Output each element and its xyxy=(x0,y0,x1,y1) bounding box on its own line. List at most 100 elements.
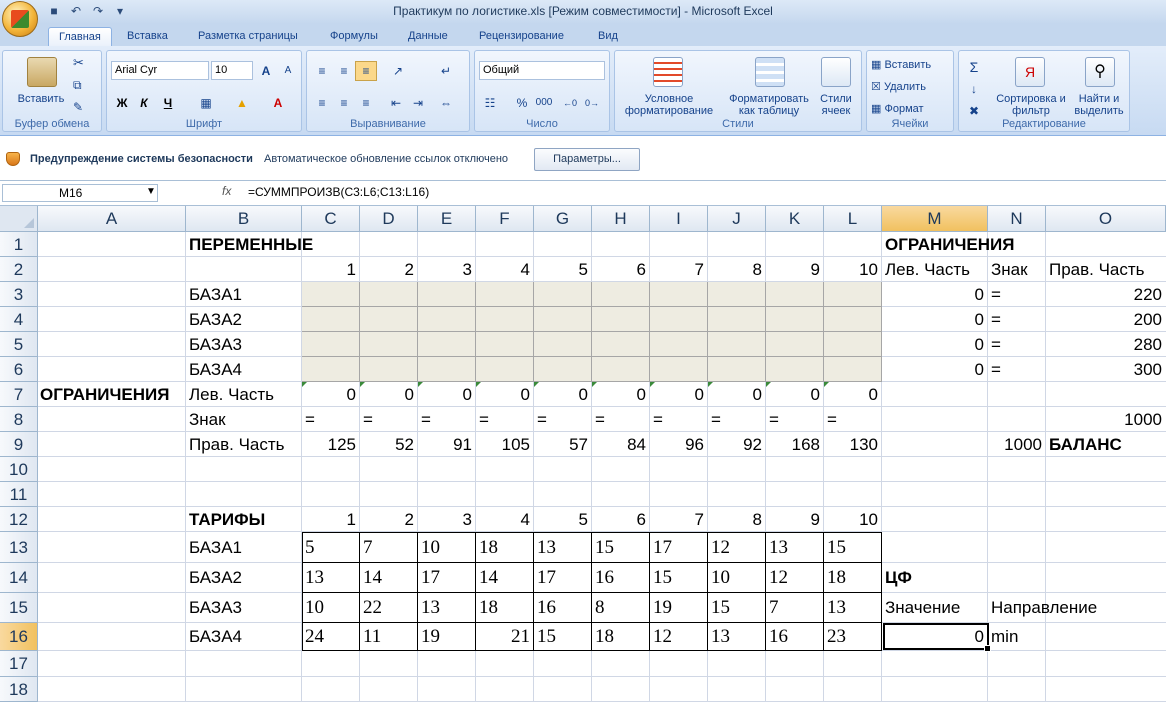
format-cells-button[interactable]: ▦ Формат xyxy=(871,103,924,115)
variable-cell[interactable] xyxy=(766,332,824,357)
variable-cell[interactable] xyxy=(592,332,650,357)
cut-icon[interactable]: ✂ xyxy=(73,56,84,69)
conditional-formatting-icon[interactable] xyxy=(653,57,683,87)
active-cell-cursor[interactable] xyxy=(883,623,991,652)
row-header-10[interactable]: 10 xyxy=(0,457,38,482)
variable-cell[interactable] xyxy=(418,307,476,332)
row-header-2[interactable]: 2 xyxy=(0,257,38,282)
row-header-12[interactable]: 12 xyxy=(0,507,38,532)
align-top-icon[interactable]: ≡ xyxy=(311,61,333,81)
row-header-13[interactable]: 13 xyxy=(0,532,38,563)
tab-home[interactable]: Главная xyxy=(48,27,112,46)
cell-styles-button[interactable]: Стили ячеек xyxy=(815,93,857,117)
variable-cell[interactable] xyxy=(418,282,476,307)
format-as-table-button[interactable]: Форматировать как таблицу xyxy=(727,93,811,117)
currency-icon[interactable]: ☷ xyxy=(479,93,501,113)
variable-cell[interactable] xyxy=(592,357,650,382)
variable-cell[interactable] xyxy=(418,332,476,357)
name-box-dropdown-icon[interactable]: ▼ xyxy=(146,186,156,197)
sort-filter-button[interactable]: Сортировка и фильтр xyxy=(993,93,1069,117)
tab-review[interactable]: Рецензирование xyxy=(479,27,564,46)
column-header-e[interactable]: E xyxy=(418,206,476,232)
tab-formulas[interactable]: Формулы xyxy=(330,27,378,46)
increase-indent-icon[interactable]: ⇥ xyxy=(407,93,429,113)
variable-cell[interactable] xyxy=(766,357,824,382)
variable-cell[interactable] xyxy=(708,282,766,307)
variable-cell[interactable] xyxy=(534,307,592,332)
variable-cell[interactable] xyxy=(360,307,418,332)
find-select-icon[interactable]: ⚲ xyxy=(1085,57,1115,87)
column-header-b[interactable]: B xyxy=(186,206,302,232)
decrease-decimal-icon[interactable]: 0→ xyxy=(581,93,603,113)
variable-cell[interactable] xyxy=(476,282,534,307)
align-right-icon[interactable]: ≡ xyxy=(355,93,377,113)
increase-decimal-icon[interactable]: ←0 xyxy=(559,93,581,113)
column-header-c[interactable]: C xyxy=(302,206,360,232)
column-header-k[interactable]: K xyxy=(766,206,824,232)
variable-cell[interactable] xyxy=(534,282,592,307)
variable-cell[interactable] xyxy=(302,282,360,307)
row-header-15[interactable]: 15 xyxy=(0,593,38,623)
variable-cell[interactable] xyxy=(360,332,418,357)
sort-filter-icon[interactable]: Я xyxy=(1015,57,1045,87)
decrease-indent-icon[interactable]: ⇤ xyxy=(385,93,407,113)
select-all-button[interactable] xyxy=(0,206,38,232)
variable-cell[interactable] xyxy=(650,307,708,332)
paste-icon[interactable] xyxy=(27,57,57,87)
percent-button[interactable]: % xyxy=(511,93,533,113)
row-header-17[interactable]: 17 xyxy=(0,651,38,677)
format-painter-icon[interactable]: ✎ xyxy=(73,101,83,113)
fill-icon[interactable]: ↓ xyxy=(963,79,985,99)
row-header-16[interactable]: 16 xyxy=(0,623,38,651)
variable-cell[interactable] xyxy=(766,307,824,332)
variable-cell[interactable] xyxy=(476,332,534,357)
find-select-button[interactable]: Найти и выделить xyxy=(1069,93,1129,117)
column-header-f[interactable]: F xyxy=(476,206,534,232)
font-name-field[interactable]: Arial Cyr xyxy=(111,61,209,80)
align-middle-icon[interactable]: ≡ xyxy=(333,61,355,81)
align-center-icon[interactable]: ≡ xyxy=(333,93,355,113)
column-header-j[interactable]: J xyxy=(708,206,766,232)
font-color-icon[interactable]: A xyxy=(267,93,289,113)
wrap-text-icon[interactable]: ↵ xyxy=(435,61,457,81)
name-box[interactable]: M16 xyxy=(2,184,158,202)
variable-cell[interactable] xyxy=(534,357,592,382)
options-button[interactable]: Параметры... xyxy=(534,148,640,171)
row-header-9[interactable]: 9 xyxy=(0,432,38,457)
column-header-a[interactable]: A xyxy=(38,206,186,232)
tab-view[interactable]: Вид xyxy=(598,27,618,46)
row-header-3[interactable]: 3 xyxy=(0,282,38,307)
column-header-o[interactable]: O xyxy=(1046,206,1166,232)
row-header-14[interactable]: 14 xyxy=(0,563,38,593)
bold-button[interactable]: Ж xyxy=(111,93,133,113)
variable-cell[interactable] xyxy=(708,307,766,332)
variable-cell[interactable] xyxy=(824,307,882,332)
column-header-i[interactable]: I xyxy=(650,206,708,232)
format-as-table-icon[interactable] xyxy=(755,57,785,87)
row-header-1[interactable]: 1 xyxy=(0,232,38,257)
align-bottom-icon[interactable]: ≡ xyxy=(355,61,377,81)
fill-color-icon[interactable]: ▲ xyxy=(231,93,253,113)
variable-cell[interactable] xyxy=(824,332,882,357)
delete-cells-button[interactable]: ☒ Удалить xyxy=(871,81,926,93)
italic-button[interactable]: К xyxy=(133,93,155,113)
merge-center-icon[interactable]: ⇔ xyxy=(435,93,457,113)
variable-cell[interactable] xyxy=(650,357,708,382)
variable-cell[interactable] xyxy=(708,332,766,357)
variable-cell[interactable] xyxy=(302,357,360,382)
grow-font-icon[interactable]: A xyxy=(255,61,277,81)
row-header-8[interactable]: 8 xyxy=(0,407,38,432)
paste-button[interactable]: Вставить xyxy=(7,93,75,105)
column-header-l[interactable]: L xyxy=(824,206,882,232)
column-header-g[interactable]: G xyxy=(534,206,592,232)
variable-cell[interactable] xyxy=(476,357,534,382)
column-header-m[interactable]: M xyxy=(882,206,988,232)
cell-styles-icon[interactable] xyxy=(821,57,851,87)
variable-cell[interactable] xyxy=(824,357,882,382)
office-button[interactable] xyxy=(2,1,38,37)
column-header-n[interactable]: N xyxy=(988,206,1046,232)
copy-icon[interactable]: ⧉ xyxy=(73,79,82,91)
variable-cell[interactable] xyxy=(592,307,650,332)
column-header-h[interactable]: H xyxy=(592,206,650,232)
variable-cell[interactable] xyxy=(302,307,360,332)
